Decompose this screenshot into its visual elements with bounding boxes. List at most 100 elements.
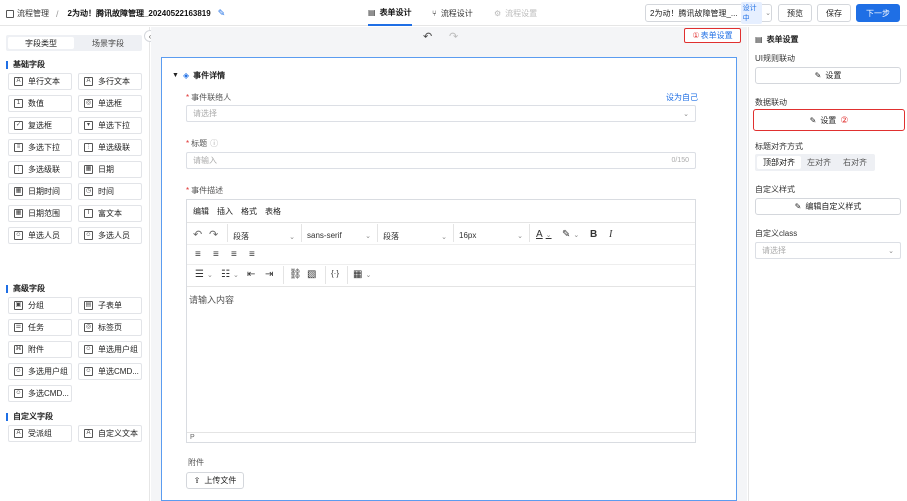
- tab-scene-fields[interactable]: 场景字段: [76, 37, 140, 49]
- field-item[interactable]: ☰ 任务: [8, 319, 72, 336]
- subform-icon: ▤: [84, 301, 93, 310]
- align-right-icon[interactable]: ≡: [231, 249, 237, 260]
- field-item[interactable]: ◷ 时间: [78, 183, 142, 200]
- bold-icon[interactable]: B: [590, 229, 597, 240]
- edit-style-button[interactable]: ✎ 编辑自定义样式: [755, 198, 901, 215]
- field-item[interactable]: ☺ 单选人员: [8, 227, 72, 244]
- set-self-link[interactable]: 设为自己: [666, 92, 698, 103]
- ui-rule-button-label: 设置: [825, 71, 842, 80]
- tab-flow-settings[interactable]: ⚙ 流程设置: [494, 8, 537, 19]
- data-link-button[interactable]: ✎ 设置 ②: [753, 109, 905, 131]
- flow-design-icon: ⑂: [432, 9, 437, 18]
- form-design-icon: ▤: [368, 7, 376, 17]
- editor-menubar: 编辑 插入 格式 表格: [193, 206, 281, 217]
- editor-menu-item[interactable]: 格式: [241, 206, 257, 217]
- field-item[interactable]: ☺ 单选用户组: [78, 341, 142, 358]
- text-color-icon[interactable]: A ⌄: [536, 229, 552, 240]
- redo-icon[interactable]: ↷: [209, 228, 218, 241]
- form-settings-link[interactable]: ① 表单设置: [684, 28, 741, 43]
- field-item[interactable]: ☺ 多选CMD...: [8, 385, 72, 402]
- title-label: * 标题 ⓘ: [186, 139, 219, 148]
- title-input[interactable]: 请输入 0/150: [186, 152, 696, 169]
- field-item[interactable]: ☺ 多选用户组: [8, 363, 72, 380]
- breadcrumb-root[interactable]: 流程管理: [17, 8, 49, 19]
- field-item[interactable]: ◎ 单选框: [78, 95, 142, 112]
- bullet-list-icon[interactable]: ☰ ⌄: [195, 269, 213, 280]
- redo-icon[interactable]: ↷: [449, 30, 458, 43]
- custom-class-select[interactable]: 请选择 ⌄: [755, 242, 901, 259]
- section-header[interactable]: ▼ ◈ 事件详情: [172, 70, 225, 81]
- rich-text-editor[interactable]: 编辑 插入 格式 表格 ↶ ↷ 段落 ⌄ sans-serif ⌄ 段落 ⌄ 16px ⌄ A…: [186, 199, 696, 443]
- preview-button[interactable]: 预览: [778, 4, 812, 22]
- indent-icon[interactable]: ⇥: [265, 269, 273, 280]
- ui-rule-button[interactable]: ✎ 设置: [755, 67, 901, 84]
- align-option[interactable]: 右对齐: [837, 156, 873, 169]
- field-item[interactable]: ⋮ 单选级联: [78, 139, 142, 156]
- font-select[interactable]: sans-serif ⌄: [307, 231, 375, 240]
- undo-icon[interactable]: ↶: [423, 30, 432, 43]
- step-marker-2: ②: [840, 114, 849, 125]
- save-button[interactable]: 保存: [817, 4, 851, 22]
- breadcrumb[interactable]: 流程管理 / 2为动！腾讯故障管理_20240522163819 ✎: [6, 8, 225, 19]
- image-icon[interactable]: ▧: [307, 269, 316, 280]
- align-justify-icon[interactable]: ≡: [249, 249, 255, 260]
- numbered-list-icon[interactable]: ☷ ⌄: [221, 269, 239, 280]
- block-select-1[interactable]: 段落 ⌄: [233, 231, 299, 242]
- table-icon[interactable]: ▦ ⌄: [353, 269, 371, 280]
- group-title: 高级字段: [6, 285, 45, 293]
- field-item[interactable]: ▤ 子表单: [78, 297, 142, 314]
- field-item[interactable]: ☺ 单选CMD...: [78, 363, 142, 380]
- block-select-2[interactable]: 段落 ⌄: [383, 231, 451, 242]
- custom-class-label: 自定义class: [755, 229, 798, 238]
- contact-select[interactable]: 请选择 ⌄: [186, 105, 696, 122]
- tab-form-design-label: 表单设计: [379, 7, 412, 17]
- field-item[interactable]: ▾ 单选下拉: [78, 117, 142, 134]
- field-item[interactable]: ⌘ 附件: [8, 341, 72, 358]
- multiline-text-icon: A: [84, 77, 93, 86]
- link-icon[interactable]: ⛓: [289, 269, 302, 280]
- field-item[interactable]: ◎ 标签页: [78, 319, 142, 336]
- tab-form-design[interactable]: ▤ 表单设计: [368, 0, 412, 26]
- version-select[interactable]: 2为动！腾讯故障管理_... 设计中 ⌄: [645, 2, 772, 24]
- field-item[interactable]: T 富文本: [78, 205, 142, 222]
- upload-button[interactable]: ⇪ 上传文件: [186, 472, 244, 489]
- field-item[interactable]: ▦ 日期范围: [8, 205, 72, 222]
- editor-menu-item[interactable]: 插入: [217, 206, 233, 217]
- next-step-button[interactable]: 下一步: [856, 4, 900, 22]
- field-item[interactable]: A 单行文本: [8, 73, 72, 90]
- field-item[interactable]: ▦ 日期时间: [8, 183, 72, 200]
- field-item[interactable]: A 自定义文本: [78, 425, 142, 442]
- align-option[interactable]: 左对齐: [801, 156, 837, 169]
- italic-icon[interactable]: I: [609, 229, 612, 240]
- contact-label: * 事件联络人: [186, 93, 232, 102]
- field-item-label: 单选CMD...: [98, 367, 139, 376]
- dropdown-icon: ▾: [84, 121, 93, 130]
- preview-label: 预览: [787, 8, 803, 18]
- field-item[interactable]: 1 数值: [8, 95, 72, 112]
- field-item[interactable]: ⋮ 多选级联: [8, 161, 72, 178]
- editor-menu-item[interactable]: 编辑: [193, 206, 209, 217]
- radio-icon: ◎: [84, 99, 93, 108]
- font-size-select[interactable]: 16px ⌄: [459, 231, 527, 240]
- field-item[interactable]: A 受派组: [8, 425, 72, 442]
- code-icon[interactable]: {·}: [331, 269, 339, 278]
- field-item[interactable]: ≡ 多选下拉: [8, 139, 72, 156]
- field-item[interactable]: ▣ 分组: [8, 297, 72, 314]
- form-canvas[interactable]: ▼ ◈ 事件详情 * 事件联络人 设为自己 请选择 ⌄ * 标题 ⓘ 请输入 0/15…: [161, 57, 737, 501]
- field-item[interactable]: ☺ 多选人员: [78, 227, 142, 244]
- field-item[interactable]: ✓ 复选框: [8, 117, 72, 134]
- editor-status-path: P: [190, 434, 195, 441]
- field-item[interactable]: A 多行文本: [78, 73, 142, 90]
- highlight-icon[interactable]: ✎ ⌄: [562, 229, 579, 240]
- edit-icon[interactable]: ✎: [218, 8, 226, 19]
- tab-field-types[interactable]: 字段类型: [8, 37, 74, 49]
- field-item[interactable]: ▦ 日期: [78, 161, 142, 178]
- field-item-label: 单选用户组: [98, 345, 138, 354]
- align-center-icon[interactable]: ≡: [213, 249, 219, 260]
- align-left-icon[interactable]: ≡: [195, 249, 201, 260]
- align-option[interactable]: 顶部对齐: [757, 156, 801, 169]
- undo-icon[interactable]: ↶: [193, 228, 202, 241]
- outdent-icon[interactable]: ⇤: [247, 269, 255, 280]
- tab-flow-design[interactable]: ⑂ 流程设计: [432, 8, 473, 19]
- editor-menu-item[interactable]: 表格: [265, 206, 281, 217]
